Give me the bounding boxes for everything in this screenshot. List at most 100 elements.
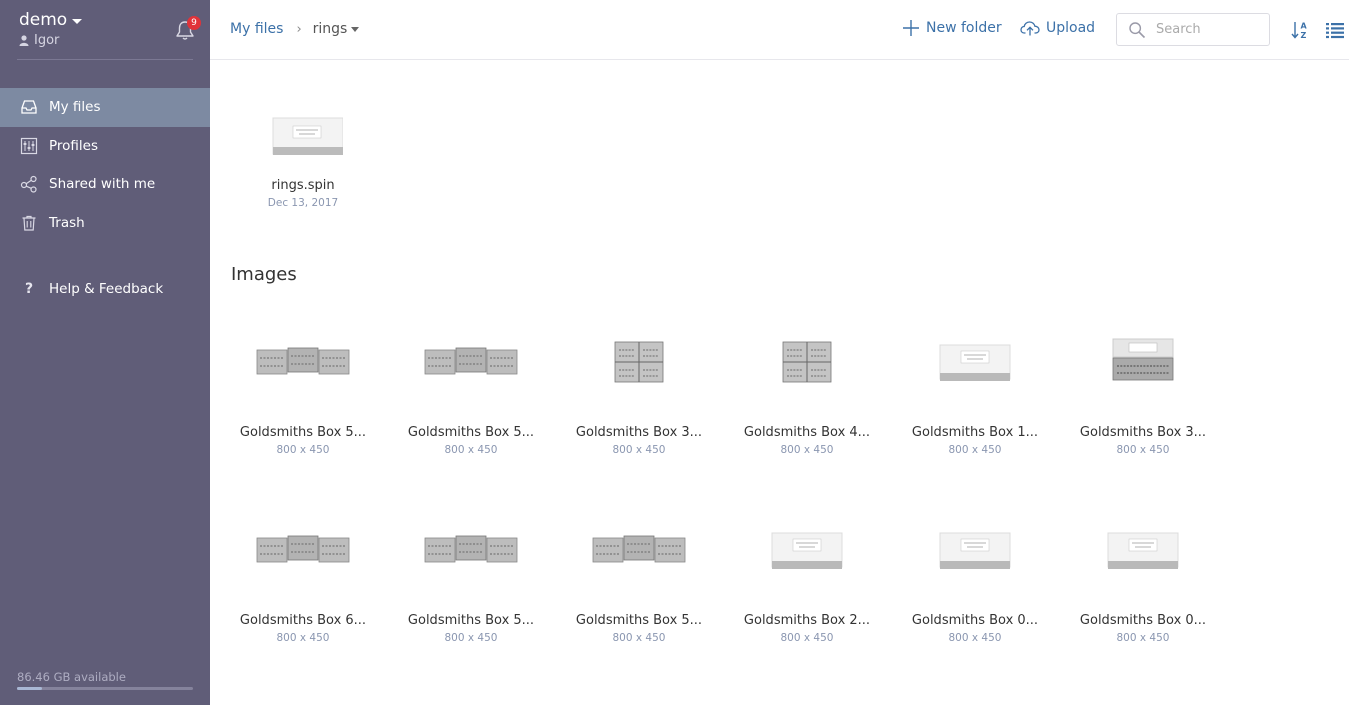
spin-file-tile[interactable]: rings.spin Dec 13, 2017 (219, 109, 387, 209)
image-tile[interactable]: Goldsmiths Box 3... 800 x 450 (1059, 336, 1227, 456)
image-dimensions: 800 x 450 (444, 444, 498, 456)
sidebar-item-my-files[interactable]: My files (0, 88, 210, 127)
image-dimensions: 800 x 450 (780, 444, 834, 456)
upload-label: Upload (1046, 20, 1096, 36)
image-dimensions: 800 x 450 (1116, 444, 1170, 456)
account-name-label: demo (19, 10, 68, 30)
images-section-title: Images (231, 264, 297, 285)
image-tile[interactable]: Goldsmiths Box 5... 800 x 450 (387, 524, 555, 644)
file-name: rings.spin (271, 178, 335, 193)
sidebar-nav: My files Profiles Shared with me Trash (0, 88, 210, 242)
share-icon (20, 175, 38, 193)
image-tile[interactable]: Goldsmiths Box 2... 800 x 450 (723, 524, 891, 644)
box-trio-thumbnail (424, 347, 518, 375)
sidebar-item-trash[interactable]: Trash (0, 204, 210, 243)
search-box[interactable] (1116, 13, 1270, 46)
image-thumbnail (1095, 524, 1191, 578)
sliders-icon (20, 137, 38, 155)
svg-text:Z: Z (1301, 31, 1307, 40)
file-browser: rings.spin Dec 13, 2017 Images Goldsmith… (210, 61, 1349, 705)
breadcrumb-current[interactable]: rings (313, 21, 360, 37)
sidebar-item-label: Trash (49, 214, 85, 231)
account-name[interactable]: demo (19, 10, 83, 30)
box-trio-thumbnail (256, 535, 350, 563)
image-tile[interactable]: Goldsmiths Box 3... 800 x 450 (555, 336, 723, 456)
question-icon: ? (24, 281, 34, 298)
file-name: Goldsmiths Box 4... (743, 425, 871, 440)
image-thumbnail (591, 524, 687, 578)
image-tile[interactable]: Goldsmiths Box 5... 800 x 450 (219, 336, 387, 456)
image-dimensions: 800 x 450 (612, 632, 666, 644)
image-tile[interactable]: Goldsmiths Box 0... 800 x 450 (891, 524, 1059, 644)
box-grid-thumbnail (614, 341, 664, 383)
image-dimensions: 800 x 450 (780, 632, 834, 644)
topbar: My files › rings New folder Upload A Z (210, 0, 1349, 60)
sidebar-item-help-feedback[interactable]: ? Help & Feedback (0, 270, 210, 309)
file-name: Goldsmiths Box 6... (239, 613, 367, 628)
box-open-thumbnail (1112, 338, 1174, 381)
image-tile[interactable]: Goldsmiths Box 5... 800 x 450 (555, 524, 723, 644)
box-trio-thumbnail (424, 535, 518, 563)
file-name: Goldsmiths Box 1... (911, 425, 1039, 440)
image-tile[interactable]: Goldsmiths Box 0... 800 x 450 (1059, 524, 1227, 644)
new-folder-button[interactable]: New folder (902, 19, 1002, 37)
search-input[interactable] (1156, 22, 1256, 37)
image-tile[interactable]: Goldsmiths Box 6... 800 x 450 (219, 524, 387, 644)
image-thumbnail (759, 336, 855, 390)
cloud-upload-icon (1020, 21, 1040, 36)
file-name: Goldsmiths Box 5... (407, 613, 535, 628)
image-dimensions: 800 x 450 (948, 444, 1002, 456)
sidebar-item-profiles[interactable]: Profiles (0, 127, 210, 166)
image-dimensions: 800 x 450 (444, 632, 498, 644)
sidebar-item-label: Shared with me (49, 176, 156, 193)
divider (17, 59, 193, 60)
image-tile[interactable]: Goldsmiths Box 5... 800 x 450 (387, 336, 555, 456)
trash-icon (20, 214, 38, 232)
list-view-icon[interactable] (1325, 20, 1345, 40)
svg-text:A: A (1301, 22, 1308, 31)
storage-label: 86.46 GB available (17, 670, 126, 684)
file-name: Goldsmiths Box 2... (743, 613, 871, 628)
account-switcher[interactable]: demo Igor (19, 10, 83, 48)
file-name: Goldsmiths Box 0... (1079, 613, 1207, 628)
user-icon (19, 35, 29, 46)
chevron-down-icon (351, 26, 360, 32)
inbox-icon (20, 98, 38, 116)
image-tile[interactable]: Goldsmiths Box 1... 800 x 450 (891, 336, 1059, 456)
breadcrumb-current-label: rings (312, 21, 348, 37)
file-date: Dec 13, 2017 (267, 197, 339, 209)
sidebar-item-shared-with-me[interactable]: Shared with me (0, 165, 210, 204)
sidebar-item-label: Profiles (49, 137, 99, 154)
file-name: Goldsmiths Box 5... (407, 425, 535, 440)
image-dimensions: 800 x 450 (276, 632, 330, 644)
box-closed-thumbnail (939, 344, 1011, 381)
sort-az-icon[interactable]: A Z (1290, 20, 1310, 40)
image-dimensions: 800 x 450 (948, 632, 1002, 644)
box-closed-thumbnail (771, 532, 843, 569)
storage-progress-fill (17, 687, 42, 690)
sidebar-item-label: My files (49, 99, 101, 116)
box-closed-thumbnail (272, 117, 343, 155)
image-dimensions: 800 x 450 (276, 444, 330, 456)
upload-button[interactable]: Upload (1020, 19, 1095, 37)
sidebar-help: ? Help & Feedback (0, 270, 210, 309)
chevron-down-icon (72, 18, 83, 24)
file-name: Goldsmiths Box 3... (575, 425, 703, 440)
breadcrumb-root[interactable]: My files (230, 21, 283, 37)
image-thumbnail (927, 336, 1023, 390)
file-name: Goldsmiths Box 5... (575, 613, 703, 628)
sidebar-item-label: Help & Feedback (49, 281, 164, 298)
spin-file-thumbnail (255, 109, 351, 163)
box-trio-thumbnail (592, 535, 686, 563)
search-icon (1129, 21, 1146, 38)
image-dimensions: 800 x 450 (612, 444, 666, 456)
image-tile[interactable]: Goldsmiths Box 4... 800 x 450 (723, 336, 891, 456)
image-thumbnail (423, 524, 519, 578)
chevron-right-icon: › (296, 21, 302, 37)
account-user-label: Igor (34, 33, 60, 48)
box-closed-thumbnail (1107, 532, 1179, 569)
image-thumbnail (927, 524, 1023, 578)
sidebar: demo Igor 9 My files Profiles Shared wit… (0, 0, 210, 705)
image-dimensions: 800 x 450 (1116, 632, 1170, 644)
file-name: Goldsmiths Box 3... (1079, 425, 1207, 440)
